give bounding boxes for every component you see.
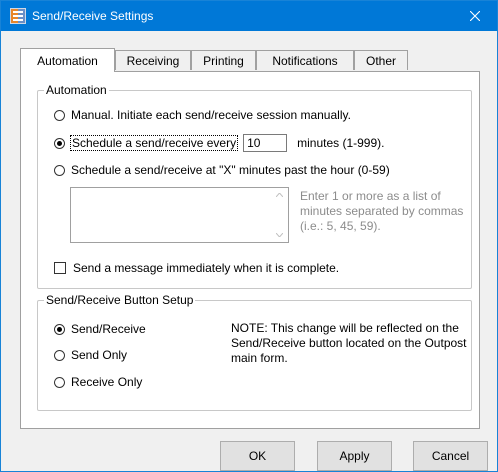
window-title: Send/Receive Settings — [32, 9, 154, 23]
ok-button[interactable]: OK — [220, 441, 295, 471]
send-only-radio[interactable] — [54, 349, 65, 361]
schedule-past-hour-option[interactable]: Schedule a send/receive at "X" minutes p… — [54, 161, 390, 179]
cancel-button[interactable]: Cancel — [413, 441, 488, 471]
send-receive-radio[interactable] — [54, 323, 65, 335]
minutes-list-input[interactable] — [70, 187, 289, 243]
tab-printing[interactable]: Printing — [191, 50, 256, 70]
interval-input[interactable]: 10 — [243, 134, 288, 152]
settings-dialog: Send/Receive Settings Automation Receivi… — [0, 0, 498, 472]
manual-option[interactable]: Manual. Initiate each send/receive sessi… — [54, 106, 351, 124]
button-setup-legend: Send/Receive Button Setup — [46, 293, 194, 307]
send-immediately-checkbox[interactable] — [54, 262, 66, 274]
receive-only-radio[interactable] — [54, 376, 65, 388]
apply-button[interactable]: Apply — [317, 441, 392, 471]
send-only-label: Send Only — [71, 348, 128, 362]
minutes-list-hint: Enter 1 or more as a list of minutes sep… — [300, 189, 464, 233]
schedule-past-hour-label: Schedule a send/receive at "X" minutes p… — [71, 163, 390, 177]
schedule-every-option[interactable]: Schedule a send/receive every 10 minutes… — [54, 133, 384, 153]
tab-notifications[interactable]: Notifications — [256, 50, 354, 70]
close-button[interactable] — [453, 1, 497, 31]
receive-only-option[interactable]: Receive Only — [54, 373, 142, 391]
tab-automation[interactable]: Automation — [20, 48, 115, 72]
tab-receiving[interactable]: Receiving — [115, 50, 191, 70]
close-icon — [470, 11, 480, 21]
manual-label: Manual. Initiate each send/receive sessi… — [71, 108, 351, 122]
schedule-every-radio[interactable] — [54, 137, 65, 149]
scroll-up-icon[interactable] — [276, 193, 283, 197]
button-setup-note: NOTE: This change will be reflected on t… — [231, 321, 467, 365]
app-icon — [10, 8, 26, 24]
scroll-down-icon[interactable] — [276, 233, 283, 237]
title-bar[interactable]: Send/Receive Settings — [1, 1, 497, 31]
manual-radio[interactable] — [54, 109, 65, 121]
send-receive-label: Send/Receive — [71, 322, 146, 336]
interval-units-label: minutes (1-999). — [297, 136, 385, 150]
automation-legend: Automation — [46, 83, 107, 97]
send-immediately-label: Send a message immediately when it is co… — [73, 261, 340, 275]
schedule-every-label: Schedule a send/receive every — [69, 135, 239, 151]
receive-only-label: Receive Only — [71, 375, 143, 389]
schedule-past-hour-radio[interactable] — [54, 164, 65, 176]
send-immediately-option[interactable]: Send a message immediately when it is co… — [54, 259, 339, 277]
send-only-option[interactable]: Send Only — [54, 346, 127, 364]
tab-other[interactable]: Other — [354, 50, 408, 70]
send-receive-option[interactable]: Send/Receive — [54, 320, 146, 338]
minutes-list-scrollbar[interactable] — [271, 188, 288, 242]
